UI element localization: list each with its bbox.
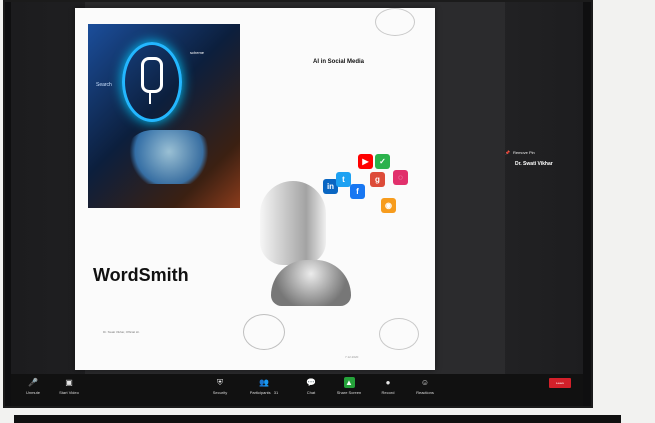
decorative-curve <box>243 314 285 350</box>
participants-button[interactable]: 👥 Participants 31 <box>244 377 284 395</box>
microphone-icon <box>141 57 163 93</box>
hero-logo: scheme <box>190 50 205 55</box>
leave-button[interactable]: Leave <box>549 378 571 388</box>
twitter-icon: t <box>336 172 351 187</box>
chat-label: Chat <box>306 390 316 395</box>
meeting-toolbar: 🎤 Unmute ▣ Start Video ⛨ Security 👥 Part… <box>11 374 583 406</box>
lower-monitor-edge <box>14 415 621 423</box>
mic-icon: 🎤 <box>28 378 38 387</box>
hero-text: Search <box>96 82 112 88</box>
chat-icon: 💬 <box>306 378 316 387</box>
reactions-label: Reactions <box>416 390 434 395</box>
participants-label: Participants <box>249 390 271 395</box>
unmute-button[interactable]: 🎤 Unmute <box>13 377 53 395</box>
security-label: Security <box>212 390 228 395</box>
decorative-curve <box>375 8 415 36</box>
video-icon: ▣ <box>65 378 73 387</box>
decorative-curve <box>379 318 419 350</box>
record-icon: ● <box>385 378 391 387</box>
slide-heading: WordSmith <box>93 265 189 285</box>
robot-body-image <box>271 260 351 306</box>
participant-gallery: 📌 Remove Pin Dr. Swati Vikhar <box>505 150 587 192</box>
record-button[interactable]: ● Record <box>368 377 408 395</box>
remove-pin-label: Remove Pin <box>512 150 535 155</box>
record-label: Record <box>381 390 395 395</box>
shield-icon: ⛨ <box>217 378 223 387</box>
youtube-icon: ▶ <box>358 154 373 169</box>
smile-icon: ☺ <box>420 378 430 387</box>
share-screen-button[interactable]: ▲ Share Screen <box>329 377 369 395</box>
facebook-icon: f <box>350 184 365 199</box>
start-video-button[interactable]: ▣ Start Video <box>49 377 89 395</box>
share-icon: ✓ <box>375 154 390 169</box>
people-icon: 👥 <box>259 378 269 387</box>
slide-title: AI in Social Media <box>313 59 365 65</box>
hero-image: Search scheme <box>88 24 240 208</box>
chat-button[interactable]: 💬 Chat <box>291 377 331 395</box>
robot-hand-icon <box>123 130 215 184</box>
share-screen-label: Share Screen <box>336 390 362 395</box>
start-video-label: Start Video <box>59 390 79 395</box>
google-plus-icon: g <box>370 172 385 187</box>
security-button[interactable]: ⛨ Security <box>200 377 240 395</box>
unmute-label: Unmute <box>25 390 40 395</box>
robot-head-image <box>260 181 326 265</box>
participants-count: 31 <box>273 390 279 395</box>
participant-name: Dr. Swati Vikhar <box>515 161 553 167</box>
zoom-meeting-area: Search scheme AI in Social Media in t f … <box>11 2 583 374</box>
presenter-line: Dr. Swati Vikhar, Official Hr. <box>103 330 140 334</box>
monitor-frame: Search scheme AI in Social Media in t f … <box>3 0 593 408</box>
rss-icon: ◉ <box>381 198 396 213</box>
slide-footer: 7.12.2020 <box>345 355 359 359</box>
pin-icon: 📌 <box>505 150 510 155</box>
remove-pin-row[interactable]: 📌 Remove Pin <box>505 150 587 155</box>
arrow-up-icon: ▲ <box>343 377 355 388</box>
social-media-icons: in t f g ◉ ◌ ▶ ✓ <box>323 154 413 218</box>
reactions-button[interactable]: ☺ Reactions <box>405 377 445 395</box>
instagram-icon: ◌ <box>393 170 408 185</box>
microphone-stand-icon <box>149 92 151 104</box>
presentation-slide: Search scheme AI in Social Media in t f … <box>75 8 435 370</box>
